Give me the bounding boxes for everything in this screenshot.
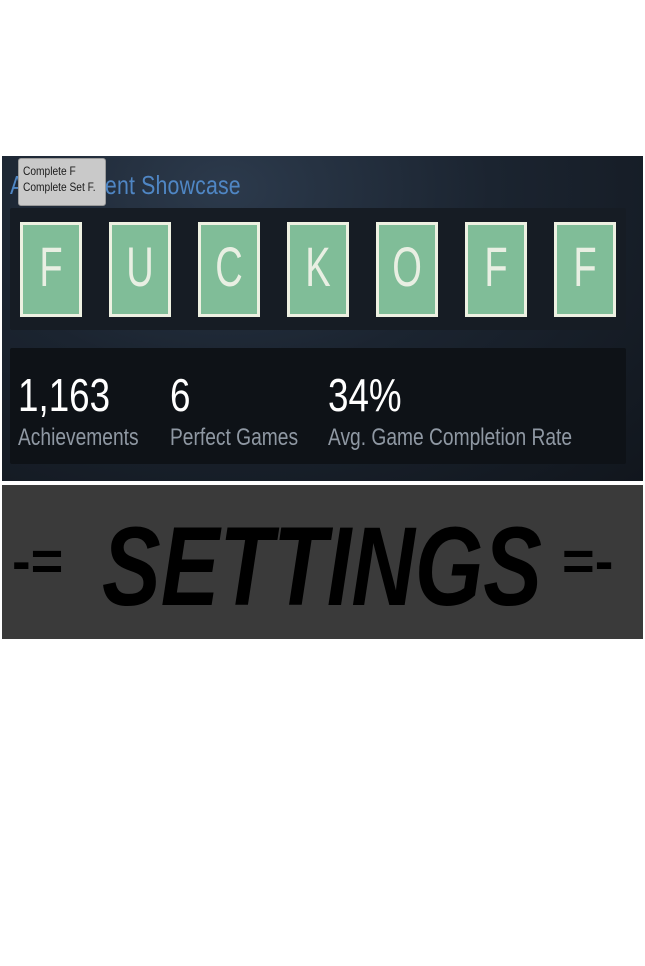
achievement-tile-letter: U xyxy=(126,235,154,298)
stat-label: Achievements xyxy=(18,424,139,451)
tooltip-line-2: Complete Set F. xyxy=(23,180,96,194)
achievement-tile[interactable]: F xyxy=(554,222,616,317)
stat-label: Perfect Games xyxy=(170,424,299,451)
achievement-tiles-row: F U C K O F F xyxy=(10,208,626,330)
tooltip-line-1: Complete F xyxy=(23,164,76,178)
stat-value: 6 xyxy=(170,369,191,421)
achievement-stats-row: 1,163 Achievements 6 Perfect Games 34% A… xyxy=(10,348,626,464)
stat-value: 1,163 xyxy=(18,369,111,421)
banner-right-decoration: =- xyxy=(562,529,613,592)
achievement-tile-letter: F xyxy=(484,235,508,298)
stat-value: 34% xyxy=(328,369,402,421)
achievement-tile[interactable]: F xyxy=(20,222,82,317)
achievement-tooltip: Complete F Complete Set F. xyxy=(18,158,106,206)
achievement-tile[interactable]: K xyxy=(287,222,349,317)
stat-completion-rate[interactable]: 34% Avg. Game Completion Rate xyxy=(328,368,633,452)
achievement-tile-letter: O xyxy=(392,235,422,298)
stat-label: Avg. Game Completion Rate xyxy=(328,424,573,451)
achievement-tile[interactable]: O xyxy=(376,222,438,317)
achievement-tile[interactable]: F xyxy=(465,222,527,317)
stat-achievements[interactable]: 1,163 Achievements xyxy=(18,368,169,452)
settings-banner: -= SETTINGS =- xyxy=(2,485,643,639)
achievement-tile-letter: C xyxy=(215,235,243,298)
settings-banner-art: -= SETTINGS =- xyxy=(12,504,613,629)
achievement-tile-letter: F xyxy=(573,235,597,298)
achievement-tile-letter: K xyxy=(305,235,331,298)
banner-title: SETTINGS xyxy=(102,504,542,629)
stat-perfect-games[interactable]: 6 Perfect Games xyxy=(170,368,330,452)
achievement-tile[interactable]: C xyxy=(198,222,260,317)
achievement-showcase-panel: Achievement Showcase Complete F Complete… xyxy=(2,154,643,481)
banner-left-decoration: -= xyxy=(12,529,63,592)
achievement-tile[interactable]: U xyxy=(109,222,171,317)
achievement-tile-letter: F xyxy=(39,235,63,298)
